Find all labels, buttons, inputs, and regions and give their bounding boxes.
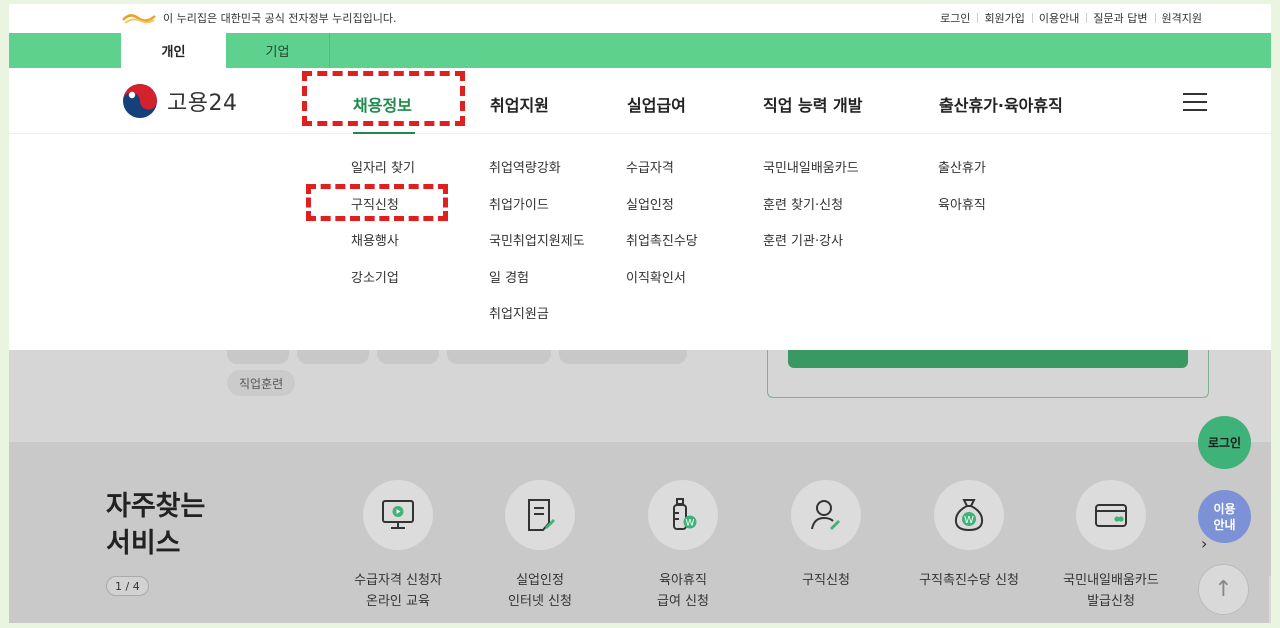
document-pen-icon xyxy=(528,499,555,531)
gov-notice-text: 이 누리집은 대한민국 공식 전자정부 누리집입니다. xyxy=(163,12,397,25)
submenu-maternity-leave: 출산휴가 육아휴직 xyxy=(938,151,986,224)
service-label: 실업인정 인터넷 신청 xyxy=(508,573,572,609)
card-icon xyxy=(1095,504,1127,527)
submenu-item[interactable]: 일자리 찾기 xyxy=(351,151,415,188)
keyword-chip[interactable] xyxy=(377,350,439,364)
submenu-item[interactable]: 실업인정 xyxy=(626,188,698,225)
service-label: 구직신청 xyxy=(802,573,850,588)
service-job-promotion-allowance[interactable]: W 구직촉진수당 신청 xyxy=(894,480,1044,591)
service-unemployment-certification[interactable]: 실업인정 인터넷 신청 xyxy=(465,480,615,612)
gnb-maternity-leave[interactable]: 출산휴가·육아휴직 xyxy=(939,92,1063,116)
login-link[interactable]: 로그인 xyxy=(933,10,977,26)
monitor-play-icon xyxy=(382,500,414,529)
service-label: 국민내일배움카드 발급신청 xyxy=(1063,573,1159,609)
service-label: 육아휴직 급여 신청 xyxy=(657,573,709,609)
main-header: 고용24 채용정보 취업지원 실업급여 직업 능력 개발 출산휴가·육아휴직 xyxy=(9,68,1271,135)
mega-menu-dropdown: 일자리 찾기 구직신청 채용행사 강소기업 취업역량강화 취업가이드 국민취업지… xyxy=(9,134,1271,350)
utility-bar: 이 누리집은 대한민국 공식 전자정부 누리집입니다. 로그인 회원가입 이용안… xyxy=(9,4,1271,33)
floating-login-button[interactable]: 로그인 xyxy=(1198,416,1251,469)
tab-personal[interactable]: 개인 xyxy=(121,33,226,68)
submenu-item[interactable]: 국민취업지원제도 xyxy=(489,224,585,261)
scrollbar-thumb[interactable] xyxy=(1269,576,1271,623)
submenu-job-info: 일자리 찾기 구직신청 채용행사 강소기업 xyxy=(351,151,415,297)
submenu-item[interactable]: 수급자격 xyxy=(626,151,698,188)
hamburger-menu-icon[interactable] xyxy=(1183,93,1207,111)
submenu-item[interactable]: 육아휴직 xyxy=(938,188,986,225)
utility-links: 로그인 회원가입 이용안내 질문과 답변 원격지원 xyxy=(933,10,1209,26)
service-job-seeking-registration[interactable]: 구직신청 xyxy=(751,480,901,591)
submenu-item[interactable]: 훈련 기관·강사 xyxy=(763,224,859,261)
services-pager[interactable]: 1 / 4 xyxy=(106,576,149,596)
dimmed-login-box xyxy=(767,350,1209,398)
services-next-arrow-icon[interactable]: › xyxy=(1201,534,1207,553)
submenu-item[interactable]: 취업가이드 xyxy=(489,188,585,225)
submenu-item[interactable]: 취업역량강화 xyxy=(489,151,585,188)
taegeuk-logo-icon xyxy=(123,84,157,118)
service-label: 구직촉진수당 신청 xyxy=(919,573,1019,588)
keyword-chip[interactable] xyxy=(297,350,369,364)
submenu-employment-support: 취업역량강화 취업가이드 국민취업지원제도 일 경험 취업지원금 xyxy=(489,151,585,334)
service-training-card-issue[interactable]: 국민내일배움카드 발급신청 xyxy=(1036,480,1186,612)
service-parental-leave-benefit[interactable]: W 육아휴직 급여 신청 xyxy=(608,480,758,612)
audience-tab-bar: 개인 기업 xyxy=(9,33,1271,68)
guide-link[interactable]: 이용안내 xyxy=(1031,10,1086,26)
submenu-item[interactable]: 국민내일배움카드 xyxy=(763,151,859,188)
site-logo-text: 고용24 xyxy=(167,91,238,116)
submenu-item[interactable]: 일 경험 xyxy=(489,261,585,298)
submenu-item[interactable]: 출산휴가 xyxy=(938,151,986,188)
money-bag-won-icon: W xyxy=(954,499,984,532)
service-label: 수급자격 신청자 온라인 교육 xyxy=(354,573,442,609)
signup-link[interactable]: 회원가입 xyxy=(977,10,1031,26)
submenu-item[interactable]: 채용행사 xyxy=(351,224,415,261)
gnb-employment-support[interactable]: 취업지원 xyxy=(490,92,549,116)
submenu-vocational-training: 국민내일배움카드 훈련 찾기·신청 훈련 기관·강사 xyxy=(763,151,859,261)
submenu-item[interactable]: 훈련 찾기·신청 xyxy=(763,188,859,225)
dimmed-search-section: 직업훈련 xyxy=(9,346,1271,442)
keyword-chip[interactable] xyxy=(559,350,687,364)
keyword-chip-job-training[interactable]: 직업훈련 xyxy=(227,370,296,396)
gnb-unemployment-benefit[interactable]: 실업급여 xyxy=(627,92,686,116)
site-logo[interactable]: 고용24 xyxy=(121,82,237,120)
gnb-vocational-training[interactable]: 직업 능력 개발 xyxy=(763,92,862,116)
service-online-education[interactable]: 수급자격 신청자 온라인 교육 xyxy=(323,480,473,612)
egov-logo-icon xyxy=(122,14,156,24)
scroll-top-button[interactable]: ↑ xyxy=(1198,564,1249,615)
submenu-item[interactable]: 취업지원금 xyxy=(489,297,585,334)
keyword-chip[interactable] xyxy=(227,350,289,364)
qna-link[interactable]: 질문과 답변 xyxy=(1086,10,1154,26)
remote-support-link[interactable]: 원격지원 xyxy=(1154,10,1209,26)
svg-text:W: W xyxy=(686,519,695,529)
svg-text:W: W xyxy=(964,515,974,526)
person-pen-icon xyxy=(811,500,840,530)
submenu-item[interactable]: 이직확인서 xyxy=(626,261,698,298)
dimmed-login-button[interactable] xyxy=(788,350,1188,368)
keyword-chip[interactable] xyxy=(447,350,551,364)
submenu-item[interactable]: 취업촉진수당 xyxy=(626,224,698,261)
floating-guide-button[interactable]: 이용 안내 xyxy=(1198,490,1251,543)
browser-viewport: 이 누리집은 대한민국 공식 전자정부 누리집입니다. 로그인 회원가입 이용안… xyxy=(9,4,1271,623)
gnb-job-info[interactable]: 채용정보 xyxy=(353,92,412,116)
tab-company[interactable]: 기업 xyxy=(226,33,330,68)
submenu-unemployment-benefit: 수급자격 실업인정 취업촉진수당 이직확인서 xyxy=(626,151,698,297)
submenu-item[interactable]: 강소기업 xyxy=(351,261,415,298)
dimmed-page-content: 직업훈련 자주찾는 서비스 1 / 4 수급자격 신청자 온라인 교육 실업인정… xyxy=(9,346,1271,623)
submenu-item[interactable]: 구직신청 xyxy=(351,188,415,225)
baby-bottle-won-icon: W xyxy=(673,498,697,530)
frequent-services-title: 자주찾는 서비스 xyxy=(106,491,206,559)
